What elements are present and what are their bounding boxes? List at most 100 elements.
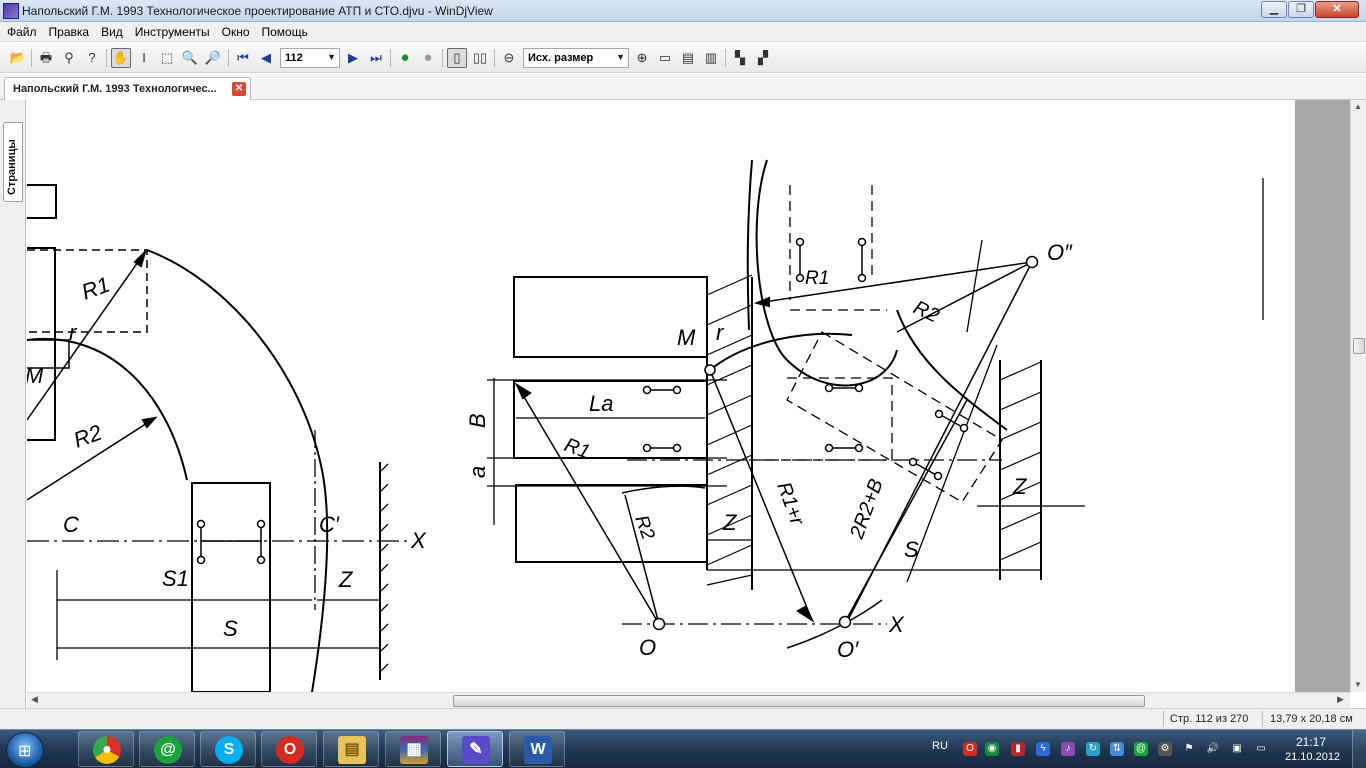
menu-view[interactable]: Вид <box>95 22 129 39</box>
vertical-scrollbar[interactable]: ▲ ▼ <box>1350 100 1366 692</box>
label-o: O <box>639 635 656 660</box>
toolbar-separator <box>228 49 229 67</box>
chevron-down-icon: ▼ <box>616 52 625 62</box>
vertical-scroll-thumb[interactable] <box>1353 338 1365 354</box>
label-m-right: M <box>677 325 696 350</box>
eye-tray-icon[interactable]: ◉ <box>985 742 999 756</box>
hand-tool-icon[interactable]: ✋ <box>111 48 131 68</box>
volume-icon[interactable]: 🔊 <box>1206 742 1220 756</box>
display-mode-color-icon[interactable]: ▚ <box>730 48 750 68</box>
menu-tools[interactable]: Инструменты <box>129 22 216 39</box>
clock-date[interactable]: 21.10.2012 <box>1285 751 1340 763</box>
chevron-down-icon: ▼ <box>327 52 336 62</box>
open-folder-icon[interactable]: 📂 <box>8 48 28 68</box>
scroll-up-arrow-icon[interactable]: ▲ <box>1354 102 1362 111</box>
previous-page-icon[interactable]: ◀ <box>256 48 276 68</box>
connection-tray-icon[interactable]: ⇅ <box>1110 742 1124 756</box>
menu-help[interactable]: Помощь <box>256 22 314 39</box>
horizontal-scroll-thumb[interactable] <box>453 695 1145 707</box>
back-green-icon[interactable]: ● <box>395 48 415 68</box>
title-bar: Напольский Г.М. 1993 Технологическое про… <box>0 0 1366 22</box>
label-z-mid: Z <box>722 510 738 535</box>
pages-panel-tab[interactable]: Страницы <box>3 122 23 202</box>
taskbar: ⊞ ● @ S O ▤ ▦ ✎ W RU O ◉ ▮ ϟ ♪ ↻ ⇅ @ ⚙ ⚑… <box>0 729 1366 768</box>
taskbar-mail-agent[interactable]: @ <box>139 731 195 767</box>
status-divider <box>1163 711 1164 727</box>
label-b: B <box>465 413 490 428</box>
app-tray-icon[interactable]: ♪ <box>1061 742 1075 756</box>
label-x-right: X <box>888 612 905 637</box>
fit-height-icon[interactable]: ▥ <box>701 48 721 68</box>
language-indicator[interactable]: RU <box>932 740 948 752</box>
label-x-left: X <box>410 528 427 553</box>
page-number-combo[interactable]: 112 ▼ <box>280 48 340 68</box>
horizontal-scrollbar[interactable]: ◀ ▶ <box>27 692 1350 708</box>
zoom-tool-icon[interactable]: 🔍 <box>180 48 200 68</box>
zoom-combo[interactable]: Исх. размер ▼ <box>523 48 629 68</box>
taskbar-opera[interactable]: O <box>261 731 317 767</box>
zoom-out-icon[interactable]: ⊖ <box>499 48 519 68</box>
select-text-icon[interactable]: I <box>134 48 154 68</box>
sidebar: Страницы <box>0 100 26 710</box>
last-page-icon[interactable]: ⏭ <box>366 48 386 68</box>
scroll-down-arrow-icon[interactable]: ▼ <box>1354 680 1362 689</box>
fit-page-icon[interactable]: ▭ <box>655 48 675 68</box>
taskbar-word[interactable]: W <box>509 731 565 767</box>
single-page-icon[interactable]: ▯ <box>447 48 467 68</box>
facing-pages-icon[interactable]: ▯▯ <box>470 48 490 68</box>
label-o-double-prime: O″ <box>1047 240 1073 265</box>
antivirus-tray-icon[interactable]: ▮ <box>1011 742 1025 756</box>
lightning-tray-icon[interactable]: ϟ <box>1036 742 1050 756</box>
label-r2-left: R2 <box>70 420 105 453</box>
taskbar-skype[interactable]: S <box>200 731 256 767</box>
zoom-rect-icon[interactable]: 🔎 <box>203 48 223 68</box>
label-r1-left: R1 <box>78 272 113 305</box>
status-bar: Стр. 112 из 270 13,79 x 20,18 см <box>0 708 1366 729</box>
start-button[interactable]: ⊞ <box>6 732 44 768</box>
word-icon: W <box>524 736 552 764</box>
label-r1-top: R1 <box>805 268 829 289</box>
minimize-button[interactable]: ▁ <box>1261 1 1287 18</box>
help-question-icon[interactable]: ? <box>82 48 102 68</box>
first-page-icon[interactable]: ⏮ <box>233 48 253 68</box>
menu-edit[interactable]: Правка <box>43 22 96 39</box>
close-tab-icon[interactable]: ✕ <box>232 82 246 96</box>
status-page: Стр. 112 из 270 <box>1170 713 1249 725</box>
document-tab[interactable]: Напольский Г.М. 1993 Технологичес... ✕ <box>4 77 251 100</box>
menu-window[interactable]: Окно <box>216 22 256 39</box>
network-icon[interactable]: ▣ <box>1230 742 1244 756</box>
chrome-icon: ● <box>93 736 121 764</box>
close-window-button[interactable]: ✕ <box>1315 1 1359 18</box>
taskbar-windjview[interactable]: ✎ <box>447 731 503 767</box>
taskbar-explorer[interactable]: ▤ <box>323 731 379 767</box>
folder-icon: ▤ <box>338 736 366 764</box>
windjview-app-icon[interactable] <box>3 3 19 19</box>
toolbar-separator <box>725 49 726 67</box>
menu-file[interactable]: Файл <box>0 22 43 39</box>
taskbar-winrar[interactable]: ▦ <box>385 731 441 767</box>
select-rect-icon[interactable]: ⬚ <box>157 48 177 68</box>
power-icon[interactable]: ▭ <box>1254 742 1268 756</box>
label-s1: S1 <box>162 566 189 591</box>
agent-tray-icon[interactable]: @ <box>1134 742 1148 756</box>
flag-tray-icon[interactable]: ⚑ <box>1182 742 1196 756</box>
next-page-icon[interactable]: ▶ <box>343 48 363 68</box>
settings-tray-icon[interactable]: ⚙ <box>1158 742 1172 756</box>
rotate-icon[interactable]: ▞ <box>753 48 773 68</box>
show-desktop-button[interactable] <box>1352 730 1366 768</box>
clock-time[interactable]: 21:17 <box>1296 735 1326 749</box>
find-binoculars-icon[interactable]: ⚲ <box>59 48 79 68</box>
forward-gray-icon[interactable]: ● <box>418 48 438 68</box>
taskbar-chrome[interactable]: ● <box>78 731 134 767</box>
document-viewport[interactable]: R1 r M R2 C C′ X S1 Z S <box>27 100 1350 692</box>
print-icon[interactable]: 🖶 <box>36 48 56 68</box>
sync-tray-icon[interactable]: ↻ <box>1086 742 1100 756</box>
fit-width-icon[interactable]: ▤ <box>678 48 698 68</box>
scroll-right-arrow-icon[interactable]: ▶ <box>1337 694 1344 705</box>
opera-tray-icon[interactable]: O <box>963 742 977 756</box>
scroll-left-arrow-icon[interactable]: ◀ <box>31 694 38 705</box>
maximize-button[interactable]: ❐ <box>1288 1 1314 18</box>
zoom-in-icon[interactable]: ⊕ <box>632 48 652 68</box>
status-divider <box>1262 711 1263 727</box>
windows-logo-icon: ⊞ <box>18 743 32 760</box>
